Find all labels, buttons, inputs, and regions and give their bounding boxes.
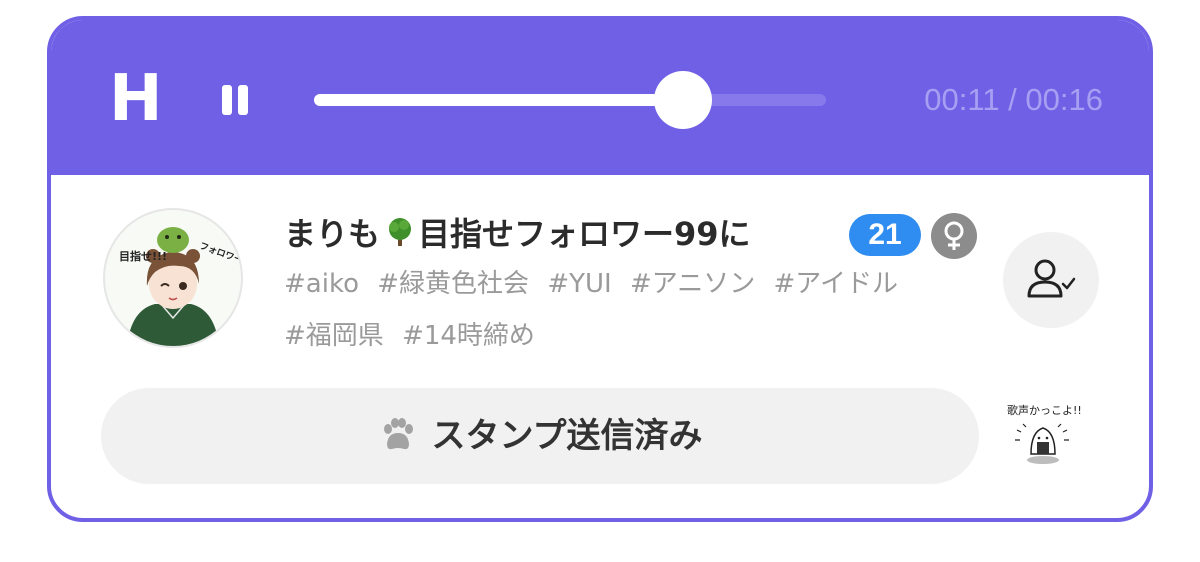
avatar-right-text: フォロワー99人 — [198, 240, 241, 274]
pause-button[interactable] — [219, 82, 251, 118]
stamp-sent-button[interactable]: スタンプ送信済み — [101, 388, 979, 484]
pause-icon — [222, 85, 232, 115]
avatar[interactable]: 目指せ!!! フォロワー99人 — [103, 208, 243, 348]
follow-button[interactable] — [1003, 232, 1099, 328]
avatar-illustration: 目指せ!!! フォロワー99人 — [119, 227, 241, 346]
tag-item[interactable]: #YUI — [547, 269, 611, 299]
tree-icon — [389, 218, 412, 246]
progress-fill — [314, 94, 683, 106]
stamp-sticker: 歌声かっこよ!! — [1003, 400, 1082, 470]
app-logo: H — [109, 62, 163, 136]
tag-item[interactable]: #アニソン — [630, 269, 755, 299]
level-badge: 21 — [849, 214, 921, 256]
avatar-left-text: 目指せ!!! — [119, 249, 167, 263]
sticker-text: 歌声かっこよ!! — [1007, 403, 1081, 417]
player-header: H 00:11 / 00:16 — [51, 20, 1149, 175]
profile-name-part1: まりも — [284, 215, 381, 253]
female-icon — [931, 213, 977, 259]
voice-player-card: H 00:11 / 00:16 目指せ!!! フォロワー99人 まりも 目指せフ… — [47, 16, 1153, 522]
progress-slider[interactable] — [314, 71, 826, 129]
tag-item[interactable]: #アイドル — [773, 269, 898, 299]
profile-name-part2: 目指せフォロワー99に — [418, 215, 751, 253]
tag-item[interactable]: #緑黄色社会 — [377, 269, 529, 299]
time-display: 00:11 / 00:16 — [924, 82, 1103, 117]
progress-thumb[interactable] — [653, 71, 712, 129]
tag-item[interactable]: #14時締め — [402, 321, 535, 351]
paw-icon — [383, 417, 413, 449]
profile-name: まりも 目指せフォロワー99に — [284, 209, 751, 257]
stamp-button-label: スタンプ送信済み — [431, 416, 703, 456]
tag-item[interactable]: #aiko — [284, 269, 359, 299]
user-check-icon — [1027, 259, 1076, 298]
tag-list: #aiko #緑黄色社会 #YUI #アニソン #アイドル #福岡県 #14時締… — [284, 258, 984, 362]
tag-item[interactable]: #福岡県 — [284, 321, 384, 351]
